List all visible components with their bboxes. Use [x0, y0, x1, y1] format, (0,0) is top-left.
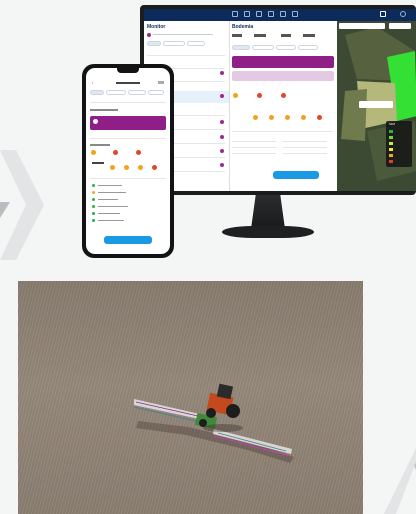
smartphone: ‹: [82, 64, 174, 258]
more-icon[interactable]: [158, 81, 164, 84]
nav-fields-icon[interactable]: [232, 11, 238, 17]
phone-action-button[interactable]: [104, 236, 152, 244]
legend-swatch: [389, 136, 393, 139]
filter-pill[interactable]: [147, 41, 161, 46]
primary-action-button[interactable]: [273, 171, 319, 179]
nav-reports-icon[interactable]: [268, 11, 274, 17]
map-search-input[interactable]: [339, 23, 385, 29]
desktop-monitor: Monitor Bodemia NDVI: [140, 5, 416, 195]
forecast-sun-icon: [110, 165, 115, 170]
filter-pill[interactable]: [163, 41, 185, 46]
legend-title: NDVI: [389, 123, 396, 126]
status-dot-icon: [220, 71, 224, 75]
alert-icon: [93, 119, 98, 124]
nav-monitor-icon[interactable]: [244, 11, 250, 17]
tab-overview[interactable]: [90, 90, 104, 95]
desktop-screen: Monitor Bodemia NDVI: [144, 9, 416, 191]
sprayer-scene: [133, 383, 294, 463]
field-title: Bodemia: [232, 24, 254, 30]
weather-sun-icon: [285, 115, 290, 120]
app-topbar: [144, 9, 416, 21]
forecast-sun-icon: [138, 165, 143, 170]
weather-sun-icon: [269, 115, 274, 120]
tag-pill[interactable]: [232, 45, 250, 50]
status-dot-icon: [220, 94, 224, 98]
help-icon[interactable]: [400, 11, 406, 17]
tab-weather[interactable]: [106, 90, 126, 95]
field-detail-panel: Bodemia: [229, 21, 338, 191]
field-photo: [18, 281, 363, 514]
map-legend: NDVI: [386, 121, 412, 167]
phone-header-title: [116, 82, 140, 84]
forecast-alert-icon: [152, 165, 157, 170]
recommendation-banner-secondary[interactable]: [232, 71, 334, 81]
warning-icon: [136, 150, 141, 155]
sun-icon: [91, 150, 96, 155]
warning-icon: [257, 93, 262, 98]
nav-settings-icon[interactable]: [280, 11, 286, 17]
monitor-stand: [251, 195, 285, 227]
user-avatar-icon[interactable]: [380, 11, 386, 17]
sun-icon: [233, 93, 238, 98]
nav-support-icon[interactable]: [292, 11, 298, 17]
satellite-map[interactable]: NDVI: [337, 21, 416, 191]
map-layer-select[interactable]: [389, 23, 411, 29]
tag-pill[interactable]: [276, 45, 296, 50]
tab-crops[interactable]: [128, 90, 146, 95]
recommendation-card[interactable]: [90, 116, 166, 130]
status-dot-icon: [220, 135, 224, 139]
chevron-decoration-icon: [384, 448, 416, 514]
tab-notes[interactable]: [148, 90, 164, 95]
map-info-badge[interactable]: [359, 101, 393, 108]
monitor-title: Monitor: [147, 24, 166, 30]
status-dot-icon: [220, 149, 224, 153]
nav-plans-icon[interactable]: [256, 11, 262, 17]
warning-icon: [113, 150, 118, 155]
status-dot-icon: [220, 120, 224, 124]
tag-pill[interactable]: [298, 45, 318, 50]
weather-sun-icon: [253, 115, 258, 120]
monitor-base: [222, 226, 314, 238]
weather-alert-icon: [317, 115, 322, 120]
forecast-sun-icon: [124, 165, 129, 170]
status-dot-icon: [220, 163, 224, 167]
phone-screen: ‹: [86, 68, 170, 254]
legend-swatch: [389, 130, 393, 133]
weather-sun-icon: [301, 115, 306, 120]
legend-swatch: [389, 142, 393, 145]
alert-dot-icon: [147, 33, 151, 37]
recommendation-banner[interactable]: [232, 56, 334, 68]
tag-pill[interactable]: [252, 45, 274, 50]
chevron-right-icon: [0, 150, 44, 260]
legend-swatch: [389, 154, 393, 157]
legend-swatch: [389, 160, 393, 163]
legend-swatch: [389, 148, 393, 151]
warning-icon: [281, 93, 286, 98]
filter-pill[interactable]: [187, 41, 205, 46]
back-arrow-icon[interactable]: ‹: [92, 80, 93, 85]
